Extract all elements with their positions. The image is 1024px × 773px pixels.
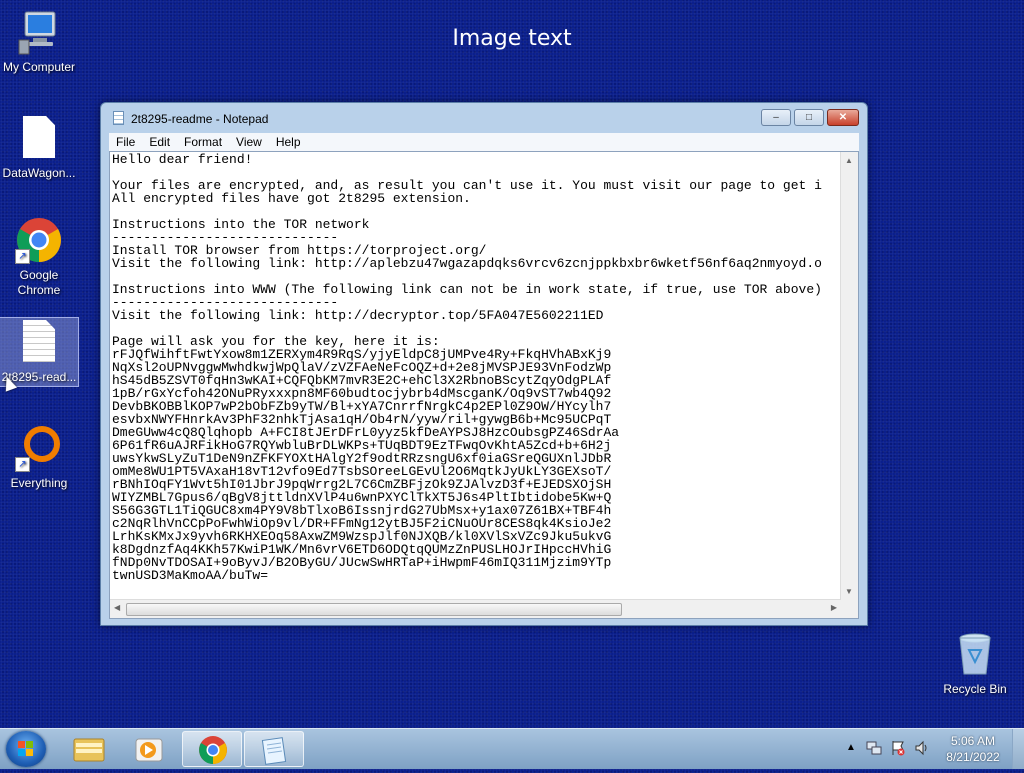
horizontal-scroll-thumb[interactable] [126,603,622,616]
clock-date: 8/21/2022 [946,750,1000,764]
taskbar-notepad-button[interactable] [244,731,304,767]
maximize-button[interactable]: □ [794,109,824,126]
volume-icon[interactable] [914,740,930,756]
text-editor-area[interactable]: Hello dear friend! Your files are encryp… [109,151,859,619]
desktop-icon-everything[interactable]: ↗ Everything [0,424,78,491]
taskbar-media-player-button[interactable] [120,731,180,767]
shortcut-arrow-icon: ↗ [15,457,30,472]
title-bar[interactable]: 2t8295-readme - Notepad – □ ✕ [101,103,867,133]
menu-file[interactable]: File [109,135,142,149]
clock-time: 5:06 AM [950,734,996,748]
desktop-icon-label: Recycle Bin [943,682,1007,696]
desktop-icon-label: My Computer [2,60,76,74]
menu-format[interactable]: Format [177,135,229,149]
scroll-right-arrow-icon[interactable]: ▶ [831,603,837,612]
wallpaper-caption: Image text [452,26,572,51]
chrome-icon [199,736,227,764]
scrollbar-corner [841,600,858,618]
shortcut-arrow-icon: ↗ [15,249,30,264]
menu-view[interactable]: View [229,135,269,149]
scroll-left-arrow-icon[interactable]: ◀ [114,603,120,612]
desktop-icon-label: Everything [10,476,68,490]
desktop-icon-label: DataWagon... [2,166,76,180]
vertical-scrollbar[interactable]: ▲ ▼ [840,152,858,600]
close-button[interactable]: ✕ [827,109,859,126]
file-icon [15,114,63,162]
desktop-icon-datawagon[interactable]: DataWagon... [0,114,78,181]
desktop-icon-recycle-bin[interactable]: Recycle Bin [936,630,1014,697]
menu-help[interactable]: Help [269,135,308,149]
taskbar-chrome-button[interactable] [182,731,242,767]
notepad-window[interactable]: 2t8295-readme - Notepad – □ ✕ File Edit … [100,102,868,626]
notepad-icon [261,737,287,765]
document-text[interactable]: Hello dear friend! Your files are encryp… [112,153,842,583]
windows-logo-icon [18,741,34,757]
desktop-icon-my-computer[interactable]: My Computer [0,8,78,75]
system-tray: ▲ [842,729,932,769]
minimize-button[interactable]: – [761,109,791,126]
text-file-icon [15,318,63,366]
horizontal-scrollbar[interactable]: ◀ ▶ [110,599,841,618]
menu-edit[interactable]: Edit [142,135,177,149]
show-desktop-button[interactable] [1012,729,1024,769]
scroll-down-arrow-icon[interactable]: ▼ [845,587,853,596]
scroll-up-arrow-icon[interactable]: ▲ [845,156,853,165]
show-hidden-icons-chevron-icon[interactable]: ▲ [846,742,856,753]
everything-search-icon: ↗ [15,424,63,472]
start-button[interactable] [6,731,46,767]
window-title: 2t8295-readme - Notepad [131,112,269,126]
notepad-icon [113,111,124,125]
taskbar: ▲ 5:06 AM 8/21/2022 [0,728,1024,769]
desktop-icon-google-chrome[interactable]: ↗ Google Chrome [0,216,78,298]
taskbar-explorer-button[interactable] [58,731,118,767]
chrome-icon: ↗ [15,216,63,264]
action-center-icon[interactable] [890,740,906,756]
explorer-icon [73,738,105,762]
computer-icon [15,8,63,56]
network-icon[interactable] [866,740,882,756]
desktop-icon-label: Google Chrome [17,268,61,297]
recycle-bin-icon [951,630,999,678]
taskbar-clock[interactable]: 5:06 AM 8/21/2022 [938,733,1008,765]
media-player-icon [135,738,163,762]
menu-bar: File Edit Format View Help [109,133,859,151]
